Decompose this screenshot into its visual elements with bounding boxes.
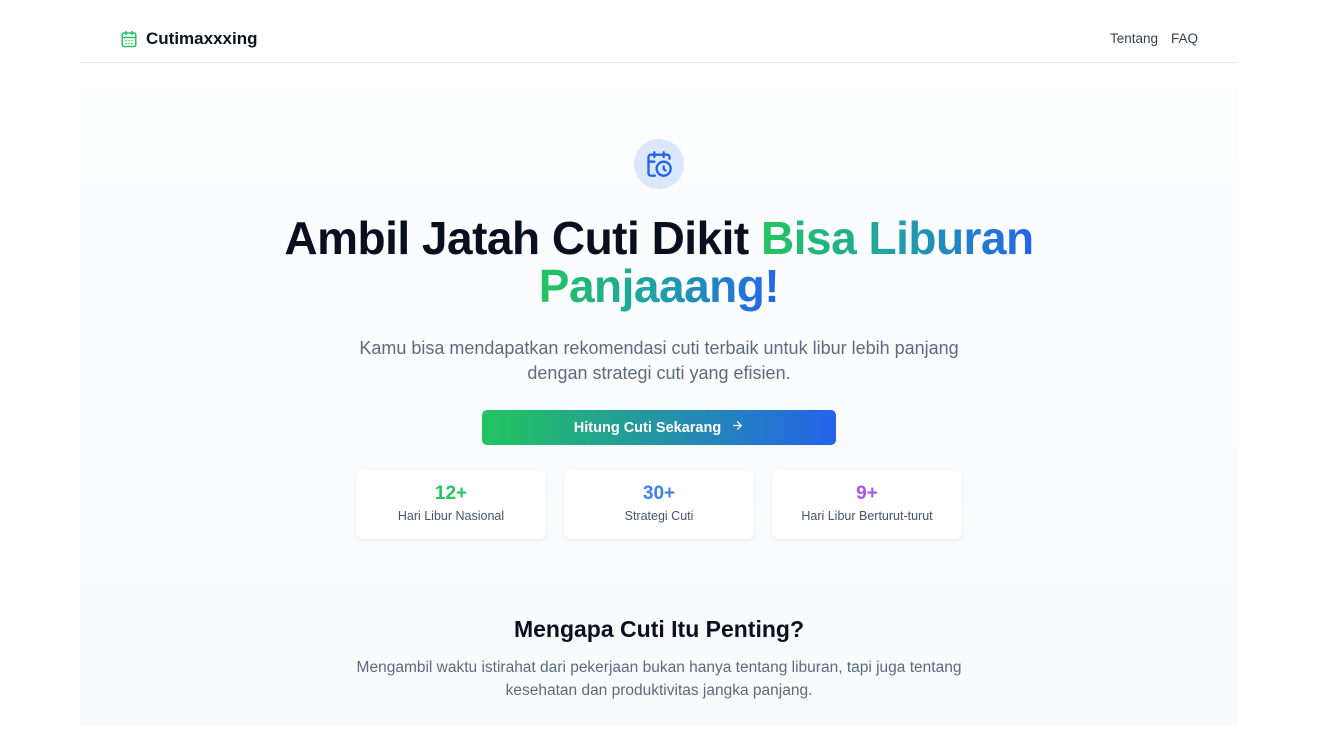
stat-card: 30+ Strategi Cuti <box>564 470 754 539</box>
stat-label: Hari Libur Berturut-turut <box>801 509 933 523</box>
cta-label: Hitung Cuti Sekarang <box>573 419 722 436</box>
arrow-right-icon <box>731 419 744 436</box>
section-description: Mengambil waktu istirahat dari pekerjaan… <box>356 659 962 699</box>
site-header: Cutimaxxxing Tentang FAQ <box>80 0 1238 63</box>
headline-highlight-1: Bisa Liburan <box>761 212 1034 264</box>
calendar-clock-icon <box>634 139 684 189</box>
stats-row: 12+ Hari Libur Nasional 30+ Strategi Cut… <box>356 470 962 539</box>
brand-link[interactable]: Cutimaxxxing <box>120 29 257 49</box>
headline-plain: Ambil Jatah Cuti Dikit <box>284 212 762 264</box>
stat-card: 9+ Hari Libur Berturut-turut <box>772 470 962 539</box>
calendar-icon <box>120 30 138 48</box>
stat-label: Hari Libur Nasional <box>397 509 505 523</box>
hero-headline: Ambil Jatah Cuti Dikit Bisa Liburan Panj… <box>80 214 1238 310</box>
brand-name: Cutimaxxxing <box>146 29 258 48</box>
nav-link-faq[interactable]: FAQ <box>1171 31 1198 46</box>
nav-link-tentang[interactable]: Tentang <box>1110 31 1158 46</box>
hitung-cuti-button[interactable]: Hitung Cuti Sekarang <box>482 410 836 445</box>
hero-section: Ambil Jatah Cuti Dikit Bisa Liburan Panj… <box>80 86 1238 726</box>
stat-label: Strategi Cuti <box>624 509 694 523</box>
stat-value: 9+ <box>856 483 878 504</box>
headline-highlight-2: Panjaaang! <box>538 260 780 312</box>
top-nav: Tentang FAQ <box>1110 31 1198 46</box>
hero-subtitle: Kamu bisa mendapatkan rekomendasi cuti t… <box>359 338 959 383</box>
stat-value: 30+ <box>642 483 676 504</box>
stat-card: 12+ Hari Libur Nasional <box>356 470 546 539</box>
stat-value: 12+ <box>434 483 468 504</box>
section-title: Mengapa Cuti Itu Penting? <box>513 616 805 642</box>
